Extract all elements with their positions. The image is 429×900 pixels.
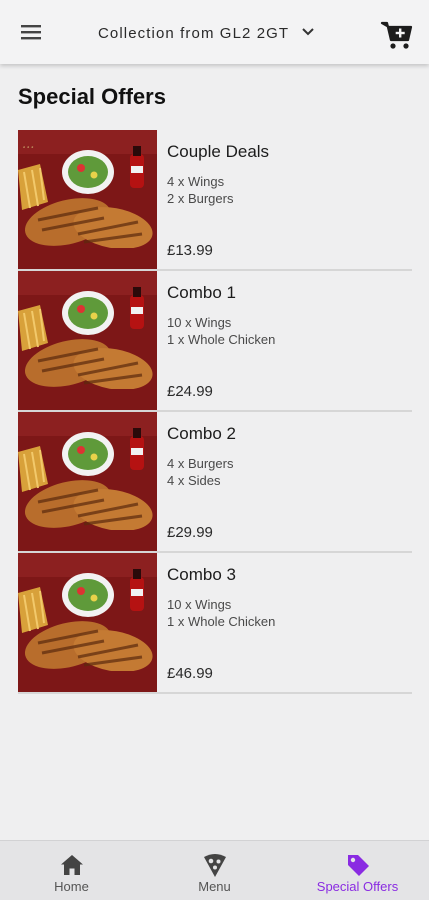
offer-name: Combo 2 bbox=[167, 424, 236, 443]
cart-add-icon[interactable] bbox=[380, 18, 414, 52]
page-title: Special Offers bbox=[18, 84, 166, 109]
offer-card[interactable]: Combo 1 10 x Wings 1 x Whole Chicken £24… bbox=[18, 271, 412, 412]
collection-location-label: Collection from GL2 2GT bbox=[98, 24, 290, 42]
nav-item-home[interactable]: Home bbox=[0, 841, 143, 900]
svg-text:...: ... bbox=[22, 137, 34, 152]
offer-name: Couple Deals bbox=[167, 142, 270, 161]
offer-image bbox=[18, 553, 157, 692]
offer-card[interactable]: Combo 3 10 x Wings 1 x Whole Chicken £46… bbox=[18, 553, 412, 694]
offer-line: 4 x Wings bbox=[167, 174, 225, 189]
nav-label: Menu bbox=[198, 879, 231, 894]
offer-image: ... bbox=[18, 130, 157, 269]
offers-list: ... Couple Deals 4 x Wings 2 x Burgers £… bbox=[18, 130, 412, 694]
offer-description: 10 x Wings 1 x Whole Chicken bbox=[167, 596, 275, 630]
tag-icon bbox=[347, 855, 369, 876]
offer-name: Combo 3 bbox=[167, 565, 236, 584]
offer-name: Combo 1 bbox=[167, 283, 236, 302]
nav-item-menu[interactable]: Menu bbox=[143, 841, 286, 900]
offer-price: £29.99 bbox=[167, 524, 213, 541]
offer-price: £24.99 bbox=[167, 383, 213, 400]
chevron-down-icon bbox=[301, 24, 315, 42]
offer-price: £46.99 bbox=[167, 665, 213, 682]
nav-label: Special Offers bbox=[316, 879, 399, 894]
nav-label: Home bbox=[54, 879, 89, 894]
offer-line: 10 x Wings bbox=[167, 315, 232, 330]
offer-line: 10 x Wings bbox=[167, 597, 232, 612]
offer-description: 4 x Burgers 4 x Sides bbox=[167, 455, 233, 489]
bottom-navigation: Home Menu Special Offers bbox=[0, 840, 429, 900]
offer-line: 4 x Sides bbox=[167, 473, 221, 488]
offer-image bbox=[18, 412, 157, 551]
pizza-slice-icon bbox=[203, 854, 226, 877]
offer-card[interactable]: Combo 2 4 x Burgers 4 x Sides £29.99 bbox=[18, 412, 412, 553]
offer-line: 2 x Burgers bbox=[167, 191, 234, 206]
offer-line: 1 x Whole Chicken bbox=[167, 614, 276, 629]
offer-line: 4 x Burgers bbox=[167, 456, 234, 471]
home-icon bbox=[60, 855, 83, 875]
hamburger-menu-icon[interactable] bbox=[18, 20, 44, 44]
offer-card[interactable]: ... Couple Deals 4 x Wings 2 x Burgers £… bbox=[18, 130, 412, 271]
nav-item-special-offers[interactable]: Special Offers bbox=[286, 841, 429, 900]
offer-image bbox=[18, 271, 157, 410]
offer-description: 4 x Wings 2 x Burgers bbox=[167, 173, 233, 207]
offer-price: £13.99 bbox=[167, 242, 213, 259]
offer-description: 10 x Wings 1 x Whole Chicken bbox=[167, 314, 275, 348]
offer-line: 1 x Whole Chicken bbox=[167, 332, 276, 347]
collection-location-selector[interactable]: Collection from GL2 2GT bbox=[98, 22, 315, 44]
top-app-bar: Collection from GL2 2GT bbox=[0, 0, 429, 64]
